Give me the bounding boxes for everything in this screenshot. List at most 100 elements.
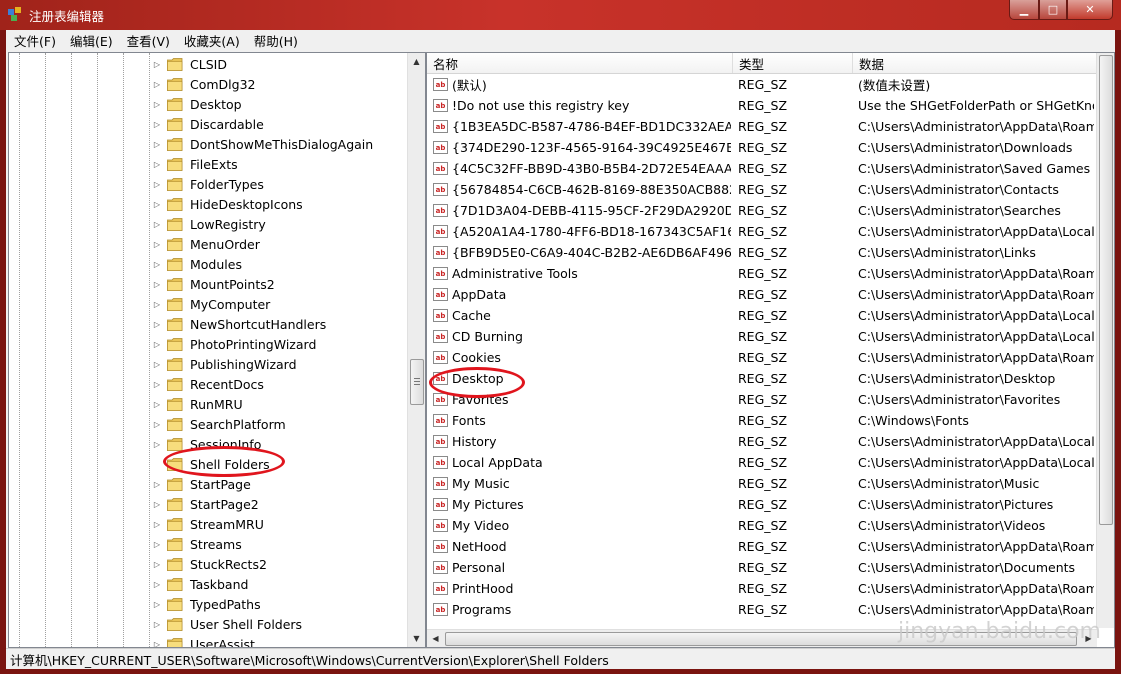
list-row[interactable]: ab {7D1D3A04-DEBB-4115-95CF-2F29DA2920DA}… xyxy=(427,200,1113,221)
tree-item[interactable]: ▷ StartPage2 xyxy=(153,494,259,514)
menu-view[interactable]: 查看(V) xyxy=(119,31,176,50)
chevron-right-icon[interactable]: ▷ xyxy=(153,59,161,69)
list-row[interactable]: ab {A520A1A4-1780-4FF6-BD18-167343C5AF16}… xyxy=(427,221,1113,242)
list-row[interactable]: ab {56784854-C6CB-462B-8169-88E350ACB882}… xyxy=(427,179,1113,200)
tree-scroll-thumb[interactable] xyxy=(410,359,424,405)
chevron-right-icon[interactable]: ▷ xyxy=(153,579,161,589)
chevron-right-icon[interactable]: ▷ xyxy=(153,119,161,129)
list-scroll-thumb[interactable] xyxy=(1099,55,1113,525)
list-row[interactable]: ab Cache REG_SZ C:\Users\Administrator\AppD… xyxy=(427,305,1113,326)
list-row[interactable]: ab My Music REG_SZ C:\Users\Administrator\M… xyxy=(427,473,1113,494)
tree-item[interactable]: ▷ Desktop xyxy=(153,94,242,114)
tree-item[interactable]: ▷ StuckRects2 xyxy=(153,554,267,574)
tree-item[interactable]: ▷ StreamMRU xyxy=(153,514,264,534)
minimize-button[interactable]: ▁ xyxy=(1009,0,1039,20)
chevron-right-icon[interactable]: ▷ xyxy=(153,179,161,189)
list-row[interactable]: ab AppData REG_SZ C:\Users\Administrator\Ap… xyxy=(427,284,1113,305)
chevron-right-icon[interactable]: ▷ xyxy=(153,279,161,289)
list-row[interactable]: ab !Do not use this registry key REG_SZ Use… xyxy=(427,95,1113,116)
tree-item[interactable]: ▷ HideDesktopIcons xyxy=(153,194,303,214)
chevron-right-icon[interactable]: ▷ xyxy=(153,479,161,489)
scroll-up-button[interactable]: ▲ xyxy=(408,53,425,70)
list-row[interactable]: ab My Pictures REG_SZ C:\Users\Administrato… xyxy=(427,494,1113,515)
chevron-right-icon[interactable]: ▷ xyxy=(153,399,161,409)
close-button[interactable]: ✕ xyxy=(1067,0,1113,20)
list-row[interactable]: ab Personal REG_SZ C:\Users\Administrator\D… xyxy=(427,557,1113,578)
list-row[interactable]: ab Local AppData REG_SZ C:\Users\Administra… xyxy=(427,452,1113,473)
chevron-right-icon[interactable]: ▷ xyxy=(153,259,161,269)
chevron-right-icon[interactable]: ▷ xyxy=(153,559,161,569)
tree-item[interactable]: ▷ PhotoPrintingWizard xyxy=(153,334,316,354)
tree-item[interactable]: ▷ RunMRU xyxy=(153,394,243,414)
list-row[interactable]: ab History REG_SZ C:\Users\Administrator\Ap… xyxy=(427,431,1113,452)
list-row[interactable]: ab Cookies REG_SZ C:\Users\Administrator\Ap… xyxy=(427,347,1113,368)
column-header-data[interactable]: 数据 xyxy=(853,53,1114,73)
chevron-right-icon[interactable]: ▷ xyxy=(153,359,161,369)
column-header-name[interactable]: 名称 xyxy=(427,53,733,73)
tree-item[interactable]: ▷ Discardable xyxy=(153,114,264,134)
chevron-right-icon[interactable]: ▷ xyxy=(153,519,161,529)
chevron-right-icon[interactable]: ▷ xyxy=(153,239,161,249)
tree-item[interactable]: ▷ LowRegistry xyxy=(153,214,266,234)
chevron-right-icon[interactable]: ▷ xyxy=(153,79,161,89)
scroll-left-button[interactable]: ◀ xyxy=(427,630,444,647)
tree-item[interactable]: ▷ MyComputer xyxy=(153,294,270,314)
maximize-button[interactable]: □ xyxy=(1039,0,1067,20)
tree-item[interactable]: ▷ FileExts xyxy=(153,154,238,174)
chevron-right-icon[interactable]: ▷ xyxy=(153,319,161,329)
tree-item[interactable]: ▷ FolderTypes xyxy=(153,174,264,194)
tree-item[interactable]: ▷ DontShowMeThisDialogAgain xyxy=(153,134,373,154)
menu-help[interactable]: 帮助(H) xyxy=(246,31,304,50)
tree-item[interactable]: ▷ MenuOrder xyxy=(153,234,260,254)
list-row[interactable]: ab Favorites REG_SZ C:\Users\Administrator\… xyxy=(427,389,1113,410)
tree-item[interactable]: ▷ Modules xyxy=(153,254,242,274)
list-vertical-scrollbar[interactable] xyxy=(1096,53,1114,628)
chevron-right-icon[interactable] xyxy=(153,459,161,469)
tree-vertical-scrollbar[interactable]: ▲ ▼ xyxy=(407,53,425,647)
chevron-right-icon[interactable]: ▷ xyxy=(153,139,161,149)
list-row[interactable]: ab {1B3EA5DC-B587-4786-B4EF-BD1DC332AEAE}… xyxy=(427,116,1113,137)
tree-item[interactable]: ▷ User Shell Folders xyxy=(153,614,302,634)
list-row[interactable]: ab PrintHood REG_SZ C:\Users\Administrator\… xyxy=(427,578,1113,599)
tree-item[interactable]: ▷ ComDlg32 xyxy=(153,74,256,94)
chevron-right-icon[interactable]: ▷ xyxy=(153,299,161,309)
tree-item[interactable]: ▷ RecentDocs xyxy=(153,374,264,394)
chevron-right-icon[interactable]: ▷ xyxy=(153,99,161,109)
tree-item[interactable]: ▷ Streams xyxy=(153,534,242,554)
chevron-right-icon[interactable]: ▷ xyxy=(153,639,161,648)
chevron-right-icon[interactable]: ▷ xyxy=(153,599,161,609)
tree-item[interactable]: ▷ StartPage xyxy=(153,474,251,494)
tree-item[interactable]: ▷ SearchPlatform xyxy=(153,414,286,434)
chevron-right-icon[interactable]: ▷ xyxy=(153,379,161,389)
list-row[interactable]: ab My Video REG_SZ C:\Users\Administrator\V… xyxy=(427,515,1113,536)
list-row[interactable]: ab NetHood REG_SZ C:\Users\Administrator\Ap… xyxy=(427,536,1113,557)
list-row[interactable]: ab Programs REG_SZ C:\Users\Administrator\A… xyxy=(427,599,1113,620)
menu-file[interactable]: 文件(F) xyxy=(6,31,62,50)
list-row[interactable]: ab {4C5C32FF-BB9D-43B0-B5B4-2D72E54EAAA4}… xyxy=(427,158,1113,179)
scroll-down-button[interactable]: ▼ xyxy=(408,630,425,647)
chevron-right-icon[interactable]: ▷ xyxy=(153,199,161,209)
column-header-type[interactable]: 类型 xyxy=(733,53,853,73)
list-row[interactable]: ab (默认) REG_SZ (数值未设置) xyxy=(427,74,1113,95)
list-row[interactable]: ab CD Burning REG_SZ C:\Users\Administrator… xyxy=(427,326,1113,347)
menu-edit[interactable]: 编辑(E) xyxy=(62,31,119,50)
list-row[interactable]: ab Administrative Tools REG_SZ C:\Users\Adm… xyxy=(427,263,1113,284)
tree-item[interactable]: ▷ PublishingWizard xyxy=(153,354,297,374)
chevron-right-icon[interactable]: ▷ xyxy=(153,159,161,169)
chevron-right-icon[interactable]: ▷ xyxy=(153,439,161,449)
tree-item[interactable]: ▷ UserAssist xyxy=(153,634,255,648)
tree-item[interactable]: ▷ Taskband xyxy=(153,574,249,594)
chevron-right-icon[interactable]: ▷ xyxy=(153,499,161,509)
chevron-right-icon[interactable]: ▷ xyxy=(153,339,161,349)
chevron-right-icon[interactable]: ▷ xyxy=(153,219,161,229)
list-row[interactable]: ab {BFB9D5E0-C6A9-404C-B2B2-AE6DB6AF4968}… xyxy=(427,242,1113,263)
chevron-right-icon[interactable]: ▷ xyxy=(153,419,161,429)
menu-favorites[interactable]: 收藏夹(A) xyxy=(176,31,246,50)
tree-item[interactable]: ▷ NewShortcutHandlers xyxy=(153,314,326,334)
list-row[interactable]: ab Fonts REG_SZ C:\Windows\Fonts xyxy=(427,410,1113,431)
chevron-right-icon[interactable]: ▷ xyxy=(153,619,161,629)
list-row[interactable]: ab {374DE290-123F-4565-9164-39C4925E467B}… xyxy=(427,137,1113,158)
list-row[interactable]: ab Desktop REG_SZ C:\Users\Administrator\De… xyxy=(427,368,1113,389)
chevron-right-icon[interactable]: ▷ xyxy=(153,539,161,549)
tree-item[interactable]: ▷ MountPoints2 xyxy=(153,274,275,294)
